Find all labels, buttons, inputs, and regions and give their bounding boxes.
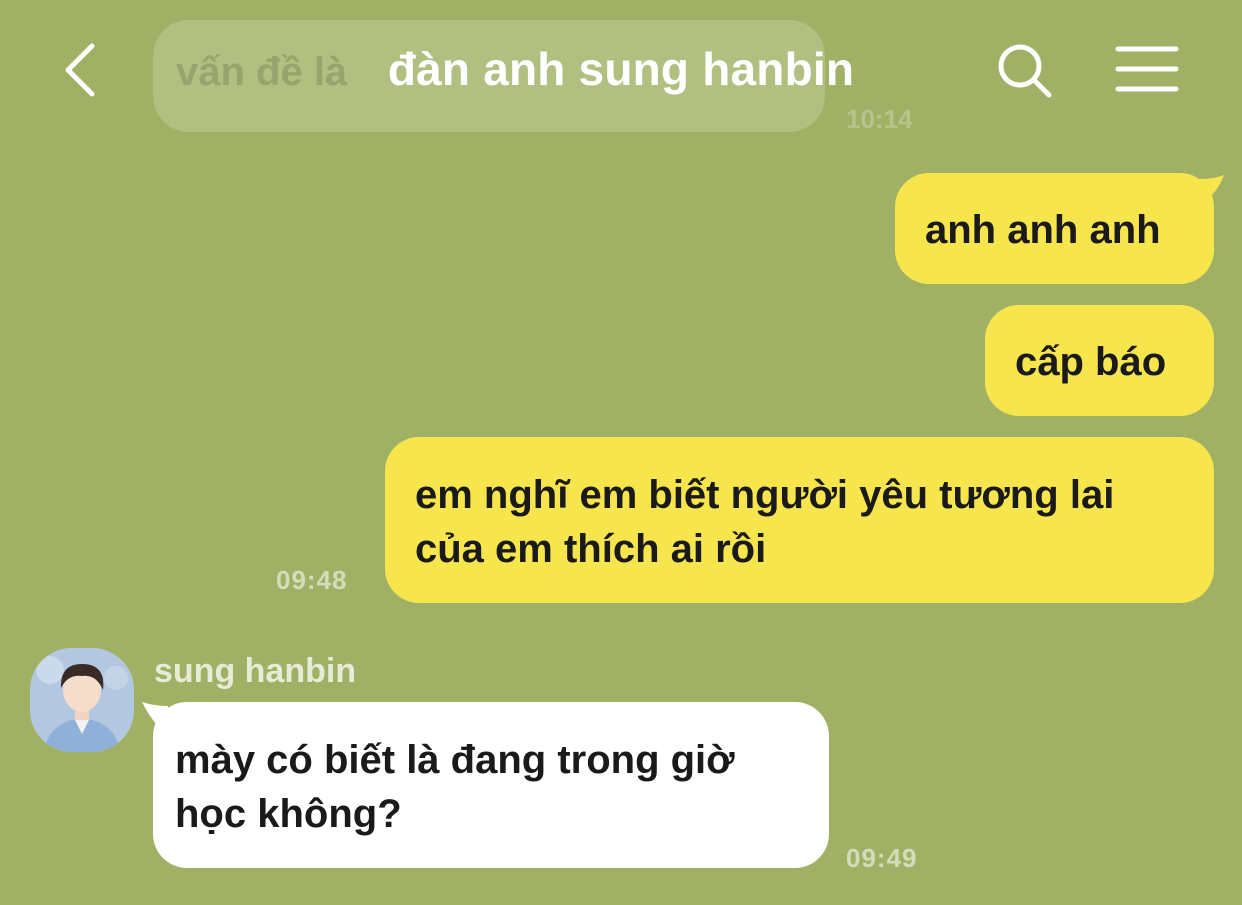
message-text-line: em nghĩ em biết người yêu tương lai [415,473,1115,517]
message-text: cấp báo [1015,340,1167,384]
my-message-bubble[interactable]: em nghĩ em biết người yêu tương lai của … [385,437,1214,603]
message-text-line: của em thích ai rồi [415,527,767,571]
sender-name: sung hanbin [154,652,357,690]
my-message-bubble[interactable]: cấp báo [985,305,1214,416]
message-timestamp: 09:48 [276,565,348,595]
message-text: anh anh anh [925,208,1161,252]
search-icon [998,44,1052,98]
my-message-bubble[interactable]: anh anh anh [895,173,1214,284]
message-timestamp: 09:49 [846,843,918,873]
previous-message-time: 10:14 [846,104,913,134]
search-button[interactable] [996,42,1054,100]
profile-photo-avatar [30,648,134,752]
menu-button[interactable] [1114,44,1180,94]
chat-title: đàn anh sung hanbin [387,43,855,95]
their-message-bubble[interactable]: mày có biết là đang trong giờ học không? [153,702,829,868]
avatar[interactable] [30,648,134,752]
message-text-line: mày có biết là đang trong giờ [175,738,735,782]
message-text-line: học không? [175,792,402,836]
hamburger-menu-icon [1115,46,1179,92]
